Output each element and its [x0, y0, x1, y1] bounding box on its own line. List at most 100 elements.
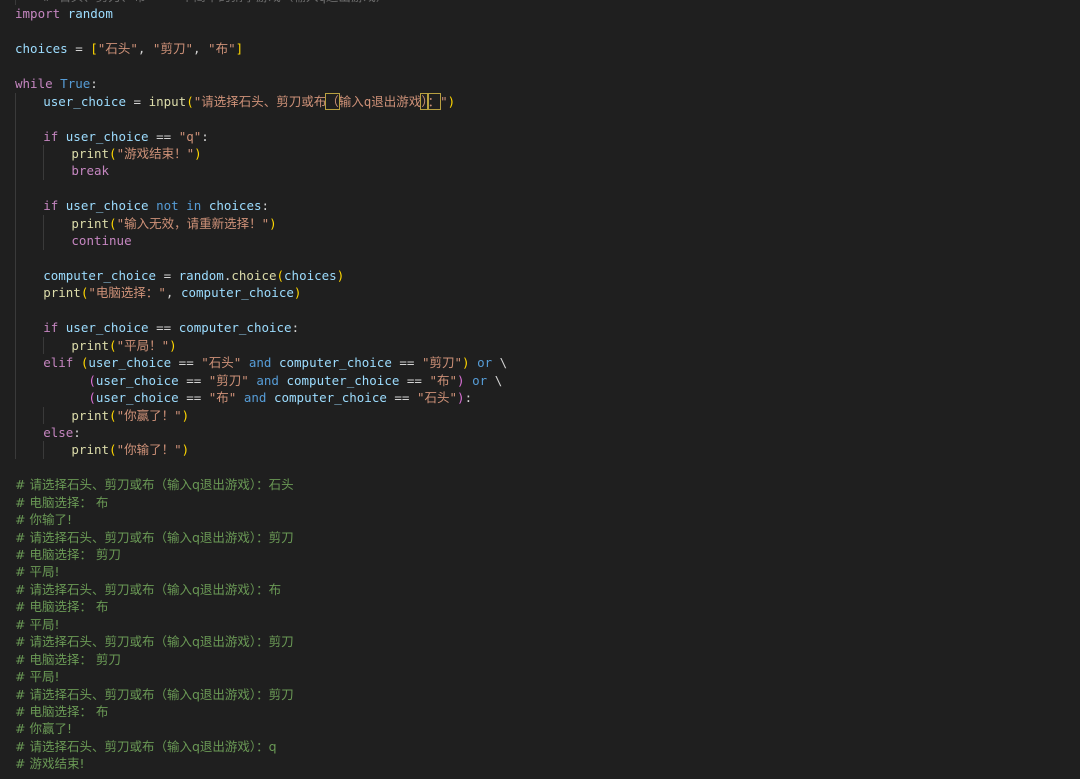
code-line[interactable]: print("输入无效，请重新选择！") — [15, 214, 1080, 233]
code-token: ] — [235, 41, 244, 57]
code-line[interactable] — [15, 459, 1080, 476]
code-token: print — [71, 442, 110, 458]
code-token: == — [386, 390, 417, 406]
code-line[interactable]: # 平局! — [15, 563, 1080, 580]
indent-guide — [15, 214, 16, 233]
code-line[interactable]: import random — [15, 5, 1080, 22]
code-line-content: # 石头、剪刀、布 — 一个简单的猜拳游戏（输入q退出游戏） — [43, 0, 388, 4]
code-line[interactable]: # 你输了! — [15, 511, 1080, 528]
code-token: 输入q退出游戏 — [338, 93, 422, 109]
code-line[interactable]: # 电脑选择： 剪刀 — [15, 546, 1080, 563]
code-line[interactable]: else: — [15, 423, 1080, 442]
code-line[interactable]: # 游戏结束! — [15, 755, 1080, 772]
code-line-content: import random — [15, 6, 113, 21]
code-token: ( — [276, 268, 285, 283]
code-token: ) — [293, 285, 302, 301]
code-line[interactable]: computer_choice = random.choice(choices) — [15, 267, 1080, 285]
code-line[interactable]: # 请选择石头、剪刀或布（输入q退出游戏）：石头 — [15, 476, 1080, 493]
code-token: [ — [90, 41, 98, 57]
code-line[interactable]: break — [15, 162, 1080, 180]
code-line[interactable]: (user_choice == "剪刀" and computer_choice… — [15, 371, 1080, 390]
code-line[interactable]: # 平局! — [15, 616, 1080, 633]
code-comment: # 电脑选择： 布 — [15, 703, 109, 719]
code-line[interactable]: # 请选择石头、剪刀或布（输入q退出游戏）：剪刀 — [15, 633, 1080, 650]
code-token: ) — [457, 390, 465, 406]
code-line-content: print("电脑选择：", computer_choice) — [43, 285, 301, 300]
code-token: user_choice — [43, 93, 126, 109]
code-line-content: # 平局! — [15, 617, 59, 632]
code-line[interactable]: print("电脑选择：", computer_choice) — [15, 284, 1080, 302]
code-token: import — [15, 6, 61, 22]
code-line[interactable]: if user_choice not in choices: — [15, 197, 1080, 215]
code-token: choices — [284, 268, 337, 283]
code-comment: # 请选择石头、剪刀或布（输入q退出游戏）：q — [15, 738, 277, 754]
code-token: \ — [487, 372, 503, 388]
code-line[interactable]: (user_choice == "布" and computer_choice … — [15, 389, 1080, 407]
code-token: and — [256, 372, 279, 388]
code-line[interactable]: # 请选择石头、剪刀或布（输入q退出游戏）：布 — [15, 581, 1080, 598]
code-line-content: if user_choice == computer_choice: — [43, 320, 299, 335]
code-line[interactable]: # 你赢了! — [15, 720, 1080, 737]
code-area[interactable]: # 石头、剪刀、布 — 一个简单的猜拳游戏（输入q退出游戏） import ran… — [15, 0, 1080, 773]
code-line[interactable]: # 电脑选择： 布 — [15, 494, 1080, 511]
code-token: ） — [420, 92, 429, 110]
code-line[interactable]: if user_choice == "q": — [15, 127, 1080, 145]
code-line[interactable]: # 电脑选择： 布 — [15, 598, 1080, 615]
code-token: ) — [181, 407, 190, 423]
code-line[interactable]: print("平局！") — [15, 336, 1080, 355]
code-line[interactable] — [15, 301, 1080, 320]
code-line[interactable] — [15, 110, 1080, 128]
indent-guide — [43, 162, 45, 180]
indent-guide — [15, 110, 16, 128]
code-line[interactable]: print("你赢了！") — [15, 406, 1080, 424]
indent-guide — [15, 319, 16, 337]
indent-guide — [15, 249, 16, 267]
code-line[interactable]: print("游戏结束！") — [15, 144, 1080, 163]
code-token: user_choice — [65, 198, 149, 214]
code-line[interactable]: # 电脑选择： 剪刀 — [15, 651, 1080, 668]
indent-guide — [15, 406, 16, 424]
indent-guide — [43, 144, 45, 163]
code-line[interactable]: # 请选择石头、剪刀或布（输入q退出游戏）：q — [15, 738, 1080, 755]
code-line[interactable]: # 请选择石头、剪刀或布（输入q退出游戏）：剪刀 — [15, 686, 1080, 703]
code-editor[interactable]: # 石头、剪刀、布 — 一个简单的猜拳游戏（输入q退出游戏） import ran… — [0, 0, 1080, 779]
code-line-content: choices = ["石头", "剪刀", "布"] — [15, 41, 243, 56]
code-line[interactable]: continue — [15, 232, 1080, 250]
code-line[interactable]: choices = ["石头", "剪刀", "布"] — [15, 40, 1080, 57]
code-line[interactable] — [15, 179, 1080, 198]
code-token: break — [71, 163, 110, 179]
code-line[interactable]: user_choice = input("请选择石头、剪刀或布（输入q退出游戏）… — [15, 92, 1080, 111]
code-token: : — [73, 424, 81, 440]
code-token: user_choice — [65, 320, 149, 336]
code-token: ) — [336, 268, 345, 283]
code-line[interactable] — [15, 23, 1080, 40]
code-token: == — [148, 320, 179, 336]
code-token: ) — [447, 93, 456, 109]
code-line[interactable]: print("你输了！") — [15, 441, 1080, 459]
code-line[interactable]: # 电脑选择： 布 — [15, 703, 1080, 720]
code-line[interactable]: elif (user_choice == "石头" and computer_c… — [15, 354, 1080, 372]
indent-guide — [15, 354, 16, 372]
code-line[interactable] — [15, 249, 1080, 267]
code-comment: # 电脑选择： 剪刀 — [15, 651, 121, 667]
code-line[interactable]: # 平局! — [15, 668, 1080, 685]
code-line[interactable]: if user_choice == computer_choice: — [15, 319, 1080, 337]
code-line-content: # 请选择石头、剪刀或布（输入q退出游戏）：q — [15, 739, 277, 754]
code-token: user_choice — [88, 355, 172, 371]
code-token: and — [243, 390, 267, 406]
indent-guide — [43, 214, 45, 233]
code-line[interactable]: while True: — [15, 75, 1080, 92]
code-token: "石头" — [97, 41, 138, 57]
code-token: computer_choice — [43, 268, 157, 283]
code-token: "你输了！" — [116, 442, 182, 458]
code-token: user_choice — [95, 390, 179, 406]
code-line-content: print("平局！") — [71, 338, 176, 353]
code-token: "你赢了！" — [116, 407, 182, 423]
code-line[interactable]: # 请选择石头、剪刀或布（输入q退出游戏）：剪刀 — [15, 529, 1080, 546]
code-line[interactable] — [15, 58, 1080, 75]
indent-guide — [15, 179, 16, 198]
